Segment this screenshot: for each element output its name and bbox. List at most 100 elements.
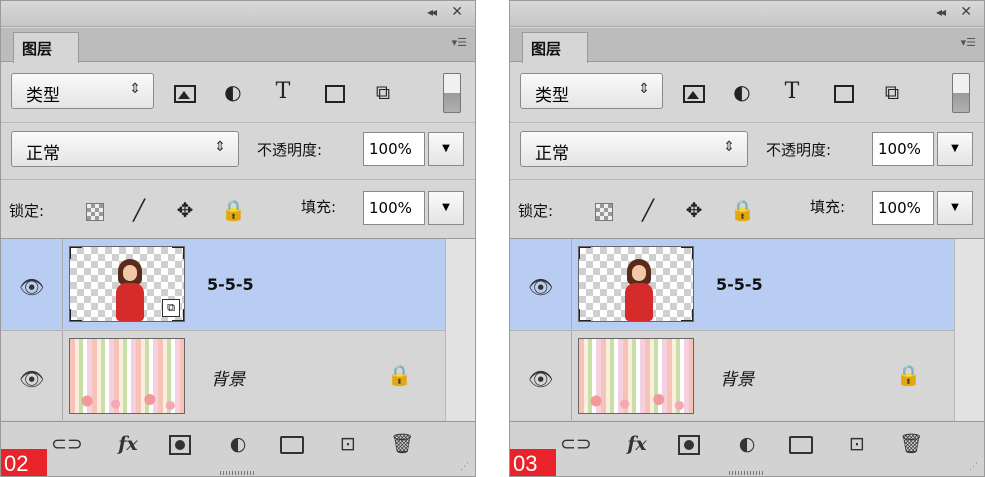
lock-position-move-icon[interactable]: ✥ bbox=[682, 198, 706, 222]
collapse-icon[interactable]: ◂◂ bbox=[936, 5, 946, 19]
layer-thumbnail[interactable] bbox=[578, 246, 694, 322]
new-group-folder-icon[interactable] bbox=[786, 430, 816, 458]
adjustment-filter-icon[interactable]: ◐ bbox=[221, 81, 245, 103]
filter-row: 类型 ⇕ ◐ T ⧉ bbox=[1, 67, 475, 117]
layers-panel-step-02: ◂◂ ✕ 图层 ▾☰ 类型 ⇕ ◐ T ⧉ 正常 ⇕ 不透明度: 100% ▼ … bbox=[0, 0, 476, 477]
fill-dropdown-button[interactable]: ▼ bbox=[937, 191, 973, 225]
visibility-cell[interactable]: 👁 bbox=[510, 331, 572, 420]
eye-icon[interactable]: 👁 bbox=[19, 275, 44, 299]
close-icon[interactable]: ✕ bbox=[451, 4, 463, 20]
opacity-input[interactable]: 100% bbox=[363, 132, 425, 166]
blend-mode-select[interactable]: 正常 ⇕ bbox=[520, 131, 748, 167]
layer-row-5-5-5[interactable]: 👁 5-5-5 bbox=[510, 239, 954, 329]
shape-filter-icon[interactable] bbox=[832, 81, 856, 103]
layers-footer-toolbar: ⊂⊃ fx ◐ ⊡ 🗑 ⋰ bbox=[1, 421, 475, 476]
new-adjustment-layer-icon[interactable]: ◐ bbox=[732, 430, 762, 458]
filter-toggle-switch[interactable] bbox=[443, 73, 461, 113]
opacity-dropdown-button[interactable]: ▼ bbox=[937, 132, 973, 166]
chevron-updown-icon: ⇕ bbox=[129, 81, 141, 97]
lock-label: 锁定: bbox=[9, 202, 45, 220]
tab-layers[interactable]: 图层 bbox=[13, 32, 79, 63]
step-number-badge: 02 bbox=[1, 449, 47, 476]
eye-icon[interactable]: 👁 bbox=[528, 367, 553, 391]
layer-row-background[interactable]: 👁 背景 🔒 bbox=[510, 330, 954, 420]
blend-row: 正常 ⇕ 不透明度: 100% ▼ bbox=[510, 122, 984, 174]
lock-transparent-icon[interactable] bbox=[592, 198, 616, 222]
scrollbar[interactable] bbox=[445, 239, 475, 422]
type-filter-icon[interactable]: T bbox=[271, 81, 295, 103]
new-group-folder-icon[interactable] bbox=[277, 430, 307, 458]
shape-filter-icon[interactable] bbox=[323, 81, 347, 103]
fill-input[interactable]: 100% bbox=[872, 191, 934, 225]
lock-position-move-icon[interactable]: ✥ bbox=[173, 198, 197, 222]
add-mask-icon[interactable] bbox=[165, 430, 195, 458]
filter-toggle-switch[interactable] bbox=[952, 73, 970, 113]
new-layer-icon[interactable]: ⊡ bbox=[842, 430, 872, 458]
link-layers-icon[interactable]: ⊂⊃ bbox=[560, 430, 592, 458]
layer-name[interactable]: 5-5-5 bbox=[716, 275, 763, 294]
fill-dropdown-button[interactable]: ▼ bbox=[428, 191, 464, 225]
opacity-dropdown-button[interactable]: ▼ bbox=[428, 132, 464, 166]
fx-layer-style-icon[interactable]: fx bbox=[622, 430, 652, 458]
kind-filter-select[interactable]: 类型 ⇕ bbox=[520, 73, 663, 109]
image-filter-icon[interactable] bbox=[173, 81, 197, 103]
lock-all-icon[interactable]: 🔒 bbox=[730, 198, 755, 222]
lock-icon: 🔒 bbox=[387, 363, 412, 387]
grip-icon[interactable]: ⋰ bbox=[460, 462, 469, 472]
smart-object-filter-icon[interactable]: ⧉ bbox=[371, 81, 395, 103]
layer-name[interactable]: 背景 bbox=[720, 365, 754, 390]
resize-handle[interactable] bbox=[220, 471, 256, 475]
lock-paint-brush-icon[interactable]: ╱ bbox=[127, 198, 151, 222]
add-mask-icon[interactable] bbox=[674, 430, 704, 458]
layer-row-5-5-5[interactable]: 👁 ⧉ 5-5-5 bbox=[1, 239, 445, 329]
adjustment-filter-icon[interactable]: ◐ bbox=[730, 81, 754, 103]
layer-thumbnail[interactable] bbox=[69, 338, 185, 414]
type-filter-icon[interactable]: T bbox=[780, 81, 804, 103]
eye-icon[interactable]: 👁 bbox=[19, 367, 44, 391]
layer-name[interactable]: 5-5-5 bbox=[207, 275, 254, 294]
woman-figure-image bbox=[112, 259, 148, 321]
lock-transparent-icon[interactable] bbox=[83, 198, 107, 222]
lock-label: 锁定: bbox=[518, 202, 554, 220]
opacity-label: 不透明度: bbox=[257, 141, 323, 159]
fx-layer-style-icon[interactable]: fx bbox=[113, 430, 143, 458]
blend-mode-value: 正常 bbox=[26, 144, 60, 164]
close-icon[interactable]: ✕ bbox=[960, 4, 972, 20]
image-filter-icon[interactable] bbox=[682, 81, 706, 103]
new-adjustment-layer-icon[interactable]: ◐ bbox=[223, 430, 253, 458]
grip-icon[interactable]: ⋰ bbox=[969, 462, 978, 472]
link-layers-icon[interactable]: ⊂⊃ bbox=[51, 430, 83, 458]
scrollbar[interactable] bbox=[954, 239, 984, 422]
visibility-cell[interactable]: 👁 bbox=[1, 239, 63, 329]
tab-row: 图层 ▾☰ bbox=[1, 28, 475, 63]
collapse-icon[interactable]: ◂◂ bbox=[427, 5, 437, 19]
layers-panel-step-03: ◂◂ ✕ 图层 ▾☰ 类型 ⇕ ◐ T ⧉ 正常 ⇕ 不透明度: 100% ▼ … bbox=[509, 0, 985, 477]
delete-trash-icon[interactable]: 🗑 bbox=[387, 430, 417, 458]
layer-thumbnail[interactable]: ⧉ bbox=[69, 246, 185, 322]
layer-thumbnail[interactable] bbox=[578, 338, 694, 414]
visibility-cell[interactable]: 👁 bbox=[1, 331, 63, 420]
delete-trash-icon[interactable]: 🗑 bbox=[896, 430, 926, 458]
opacity-label: 不透明度: bbox=[766, 141, 832, 159]
layer-row-background[interactable]: 👁 背景 🔒 bbox=[1, 330, 445, 420]
fill-input[interactable]: 100% bbox=[363, 191, 425, 225]
panel-menu-icon[interactable]: ▾☰ bbox=[961, 36, 976, 49]
new-layer-icon[interactable]: ⊡ bbox=[333, 430, 363, 458]
panel-menu-icon[interactable]: ▾☰ bbox=[452, 36, 467, 49]
layer-name[interactable]: 背景 bbox=[211, 365, 245, 390]
lock-paint-brush-icon[interactable]: ╱ bbox=[636, 198, 660, 222]
filter-row: 类型 ⇕ ◐ T ⧉ bbox=[510, 67, 984, 117]
layer-list: 👁 ⧉ 5-5-5 👁 背景 🔒 bbox=[1, 238, 475, 422]
blend-row: 正常 ⇕ 不透明度: 100% ▼ bbox=[1, 122, 475, 174]
lock-all-icon[interactable]: 🔒 bbox=[221, 198, 246, 222]
smart-object-filter-icon[interactable]: ⧉ bbox=[880, 81, 904, 103]
kind-filter-select[interactable]: 类型 ⇕ bbox=[11, 73, 154, 109]
opacity-input[interactable]: 100% bbox=[872, 132, 934, 166]
visibility-cell[interactable]: 👁 bbox=[510, 239, 572, 329]
eye-icon[interactable]: 👁 bbox=[528, 275, 553, 299]
tab-layers[interactable]: 图层 bbox=[522, 32, 588, 63]
fill-label: 填充: bbox=[301, 198, 337, 216]
blend-mode-select[interactable]: 正常 ⇕ bbox=[11, 131, 239, 167]
resize-handle[interactable] bbox=[729, 471, 765, 475]
kind-filter-value: 类型 bbox=[26, 86, 60, 106]
